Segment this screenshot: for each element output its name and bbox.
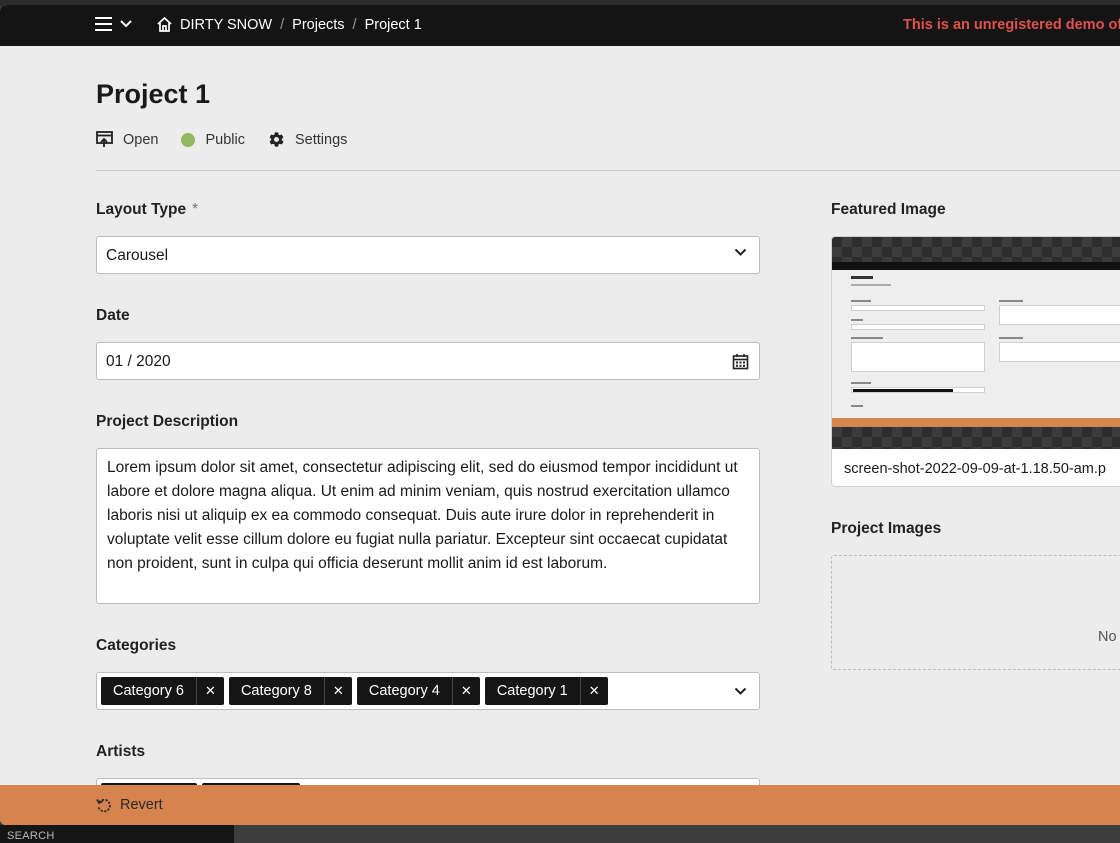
featured-image-filename: screen-shot-2022-09-09-at-1.18.50-am.p: [844, 461, 1106, 477]
settings-label: Settings: [294, 131, 348, 148]
revert-label: Revert: [120, 797, 163, 813]
hamburger-icon: [95, 17, 112, 31]
home-icon[interactable]: [156, 16, 173, 33]
category-tag: Category 6 ✕: [101, 677, 224, 705]
category-tag: Category 8 ✕: [228, 677, 352, 705]
demo-notice: This is an unregistered demo of I: [903, 17, 1120, 33]
breadcrumb: DIRTY SNOW / Projects / Project 1: [156, 16, 422, 33]
layout-type-value: Carousel: [106, 247, 169, 264]
date-label: Date: [96, 307, 130, 324]
close-icon[interactable]: ✕: [323, 677, 352, 705]
date-input[interactable]: 01 / 2020: [96, 342, 760, 380]
description-textarea[interactable]: Lorem ipsum dolor sit amet, consectetur …: [96, 448, 760, 604]
breadcrumb-brand[interactable]: DIRTY SNOW: [180, 17, 272, 33]
unsaved-changes-bar: Revert: [0, 785, 1120, 825]
settings-button[interactable]: Settings: [268, 131, 347, 148]
screenshot-preview: [832, 262, 1120, 427]
categories-multiselect[interactable]: Category 6 ✕ Category 8 ✕ Category 4 ✕ Cate…: [96, 672, 760, 710]
menu-toggle[interactable]: [95, 17, 132, 31]
revert-button[interactable]: Revert: [96, 797, 163, 813]
category-tag-label: Category 4: [368, 683, 440, 699]
visibility-button[interactable]: Public: [181, 132, 245, 148]
required-mark: *: [192, 201, 199, 218]
dock-search-panel: SEARCH: [0, 825, 234, 843]
dock-search-label[interactable]: SEARCH: [7, 830, 55, 842]
gear-icon: [269, 132, 284, 147]
open-external-icon: [96, 131, 113, 147]
status-dot-icon: [181, 132, 196, 147]
chevron-down-icon[interactable]: [734, 687, 747, 696]
breadcrumb-separator: /: [352, 16, 357, 33]
artists-label: Artists: [96, 743, 146, 760]
project-images-label: Project Images: [831, 520, 942, 537]
breadcrumb-separator: /: [280, 16, 285, 33]
open-label: Open: [123, 131, 159, 148]
layout-type-label-text: Layout Type: [96, 201, 187, 218]
breadcrumb-current[interactable]: Project 1: [365, 17, 422, 33]
page-actions: Open Public Settings: [96, 131, 370, 148]
chevron-down-icon: [734, 248, 747, 256]
category-tag-label: Category 6: [113, 683, 184, 699]
visibility-label: Public: [205, 131, 245, 148]
breadcrumb-projects[interactable]: Projects: [292, 17, 344, 33]
featured-image-card[interactable]: screen-shot-2022-09-09-at-1.18.50-am.p: [831, 236, 1120, 487]
category-tag-label: Category 8: [240, 683, 312, 699]
close-icon[interactable]: ✕: [451, 677, 480, 705]
date-value: 01 / 2020: [106, 353, 171, 370]
app-window: DIRTY SNOW / Projects / Project 1 This i…: [0, 5, 1120, 825]
description-label: Project Description: [96, 413, 239, 430]
categories-label: Categories: [96, 637, 177, 654]
calendar-icon[interactable]: [732, 353, 749, 370]
dock-background: [234, 825, 1120, 843]
top-navigation-bar: DIRTY SNOW / Projects / Project 1 This i…: [0, 5, 1120, 46]
chevron-down-icon: [120, 20, 132, 28]
layout-type-label: Layout Type *: [96, 201, 198, 219]
featured-image-thumbnail: [832, 237, 1120, 449]
empty-state-text: No: [1098, 629, 1117, 645]
category-tag: Category 4 ✕: [356, 677, 480, 705]
header-divider: [96, 170, 1120, 171]
category-tag: Category 1 ✕: [484, 677, 608, 705]
open-button[interactable]: Open: [96, 131, 158, 148]
close-icon[interactable]: ✕: [195, 677, 224, 705]
close-icon[interactable]: ✕: [579, 677, 608, 705]
layout-type-select[interactable]: Carousel: [96, 236, 760, 274]
featured-image-label: Featured Image: [831, 201, 946, 218]
category-tag-label: Category 1: [496, 683, 568, 699]
project-images-dropzone[interactable]: No: [831, 555, 1120, 670]
revert-icon: [96, 798, 111, 813]
page-title: Project 1: [96, 79, 211, 109]
